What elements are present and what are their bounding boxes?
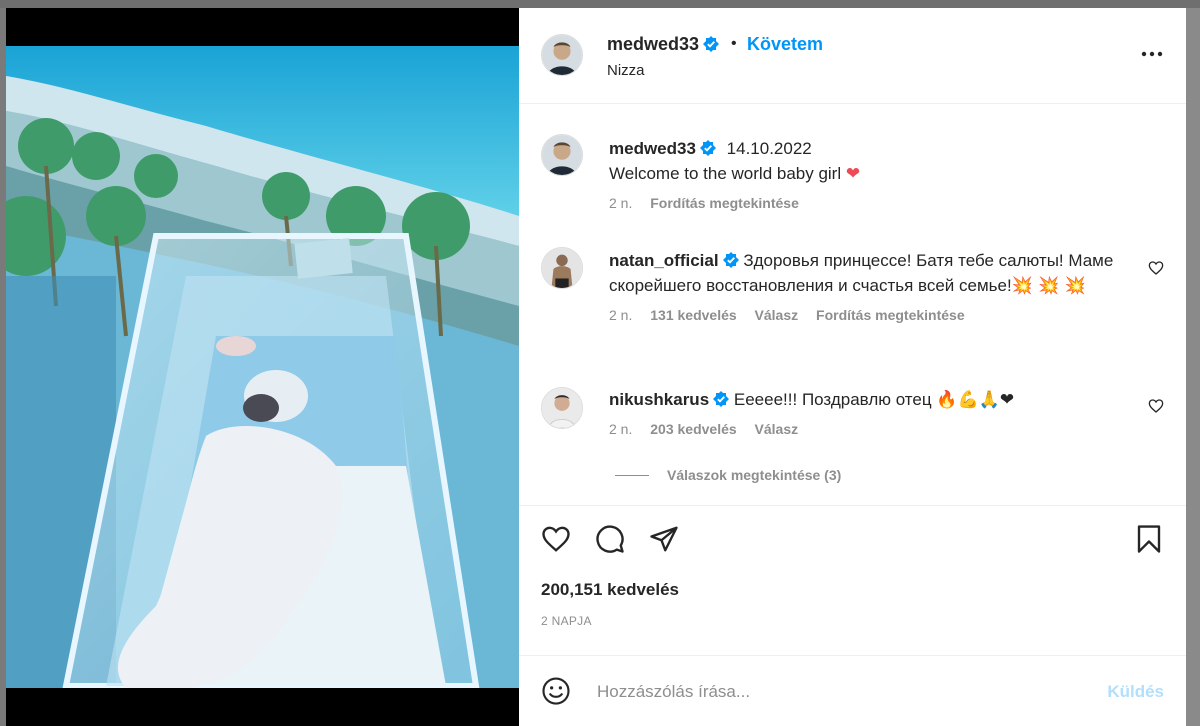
comment-emoji: 🔥💪🙏❤ (936, 390, 1015, 410)
comment-input[interactable] (595, 674, 1079, 710)
caption-text-line: Welcome to the world baby girl ❤ (609, 161, 1149, 187)
comment-age[interactable]: 2 n. (609, 421, 632, 437)
avatar[interactable] (541, 134, 583, 176)
comment-emoji: 💥 💥 💥 (1011, 276, 1087, 296)
comment-text: natan_official Здоровья принцессе! Батя … (609, 248, 1149, 299)
post-date[interactable]: 2 NAPJA (541, 614, 592, 628)
backdrop (0, 0, 1200, 8)
translate-link[interactable]: Fordítás megtekintése (650, 195, 799, 211)
translate-link[interactable]: Fordítás megtekintése (816, 307, 965, 323)
avatar[interactable] (541, 387, 583, 429)
avatar[interactable] (541, 247, 583, 289)
post-photo[interactable] (6, 46, 519, 688)
caption-date: 14.10.2022 (726, 139, 812, 158)
comments-list[interactable]: medwed33 14.10.2022 Welcome to the world… (519, 104, 1186, 504)
post-author[interactable]: medwed33 (607, 34, 720, 55)
avatar[interactable] (541, 34, 583, 76)
comment-item: nikushkarus Eeeee!!! Поздравлю отец 🔥💪🙏❤… (609, 387, 1149, 437)
post-modal: medwed33 • Követem Nizza medwed33 14.10.… (6, 8, 1186, 726)
caption-age[interactable]: 2 n. (609, 195, 632, 211)
backdrop-scroll (1186, 8, 1200, 726)
separator-dot: • (731, 35, 737, 52)
view-replies-button[interactable]: Válaszok megtekintése (3) (615, 467, 841, 483)
comment-username[interactable]: natan_official (609, 251, 719, 270)
verified-icon (703, 36, 720, 52)
comment-username[interactable]: nikushkarus (609, 390, 709, 409)
send-button[interactable]: Küldés (1107, 682, 1164, 702)
view-replies-label[interactable]: Válaszok megtekintése (3) (667, 467, 841, 483)
caption: medwed33 14.10.2022 Welcome to the world… (609, 136, 1149, 211)
caption-line: medwed33 14.10.2022 (609, 136, 1149, 161)
caption-meta: 2 n. Fordítás megtekintése (609, 195, 1149, 211)
likes-count[interactable]: 200,151 kedvelés (541, 580, 679, 600)
comment-likes[interactable]: 203 kedvelés (650, 421, 736, 437)
verified-icon (713, 391, 730, 407)
post-media (6, 8, 519, 726)
action-bar: 200,151 kedvelés 2 NAPJA (519, 505, 1186, 656)
comment-item: natan_official Здоровья принцессе! Батя … (609, 248, 1149, 323)
comment-likes[interactable]: 131 kedvelés (650, 307, 736, 323)
more-icon[interactable] (1140, 48, 1164, 60)
post-location[interactable]: Nizza (607, 62, 645, 79)
heart-icon[interactable] (1148, 260, 1164, 276)
verified-icon (722, 252, 739, 268)
verified-icon (699, 140, 716, 156)
reply-button[interactable]: Válasz (755, 307, 799, 323)
like-icon[interactable] (541, 524, 571, 554)
replies-divider (615, 474, 649, 476)
caption-text: Welcome to the world baby girl (609, 164, 842, 183)
comment-meta: 2 n. 131 kedvelés Válasz Fordítás megtek… (609, 307, 1149, 323)
comment-meta: 2 n. 203 kedvelés Válasz (609, 421, 1149, 437)
post-panel: medwed33 • Követem Nizza medwed33 14.10.… (519, 8, 1186, 726)
comment-icon[interactable] (595, 524, 625, 554)
caption-username[interactable]: medwed33 (609, 139, 696, 158)
emoji-icon[interactable] (541, 676, 571, 706)
heart-icon[interactable] (1148, 398, 1164, 414)
share-icon[interactable] (649, 524, 679, 554)
reply-button[interactable]: Válasz (755, 421, 799, 437)
heart-emoji: ❤ (845, 164, 861, 184)
author-username[interactable]: medwed33 (607, 34, 699, 54)
save-icon[interactable] (1134, 524, 1164, 554)
comment-text: nikushkarus Eeeee!!! Поздравлю отец 🔥💪🙏❤ (609, 387, 1149, 413)
comment-age[interactable]: 2 n. (609, 307, 632, 323)
add-comment-bar: Küldés (519, 655, 1186, 726)
comment-body: Eeeee!!! Поздравлю отец (733, 390, 932, 409)
follow-button[interactable]: Követem (747, 34, 823, 55)
post-header: medwed33 • Követem Nizza (519, 8, 1186, 104)
